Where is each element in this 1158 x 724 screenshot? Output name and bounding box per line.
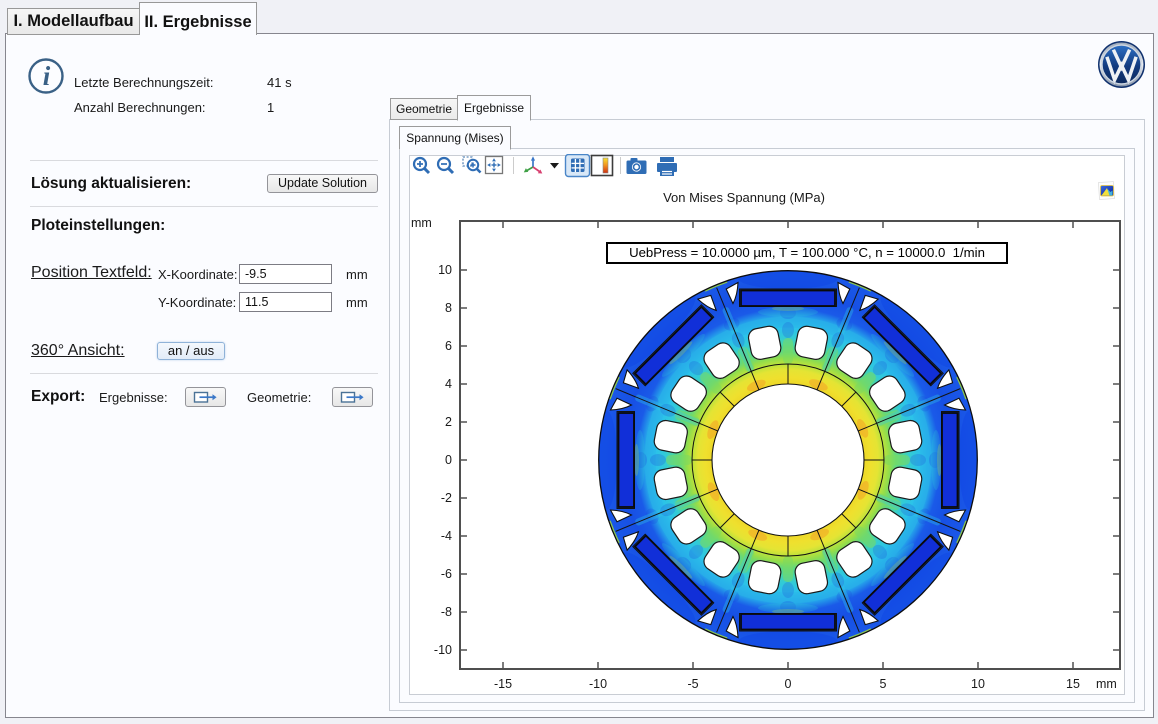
- svg-text:i: i: [43, 61, 51, 91]
